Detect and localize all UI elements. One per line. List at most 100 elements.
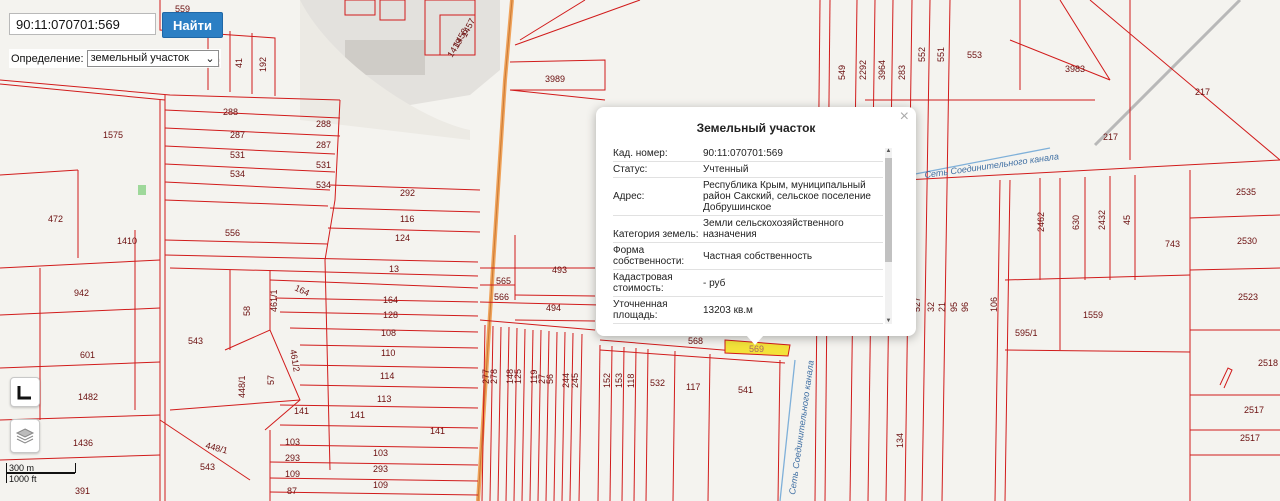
plot-label: 549 (837, 65, 847, 80)
plot-label: 2535 (1236, 187, 1256, 197)
attr-row: Категория земель: Земли сельскохозяйствен… (613, 216, 883, 243)
plot-label: 283 (897, 65, 907, 80)
scale-bar: 300 m 1000 ft (6, 463, 76, 484)
plot-label: 95 (949, 302, 959, 312)
plot-label: 164 (383, 295, 398, 305)
plot-label: 551 (936, 47, 946, 62)
plot-label: 494 (546, 303, 561, 313)
plot-label: 288 (223, 107, 238, 117)
scale-metric: 300 m (6, 463, 76, 473)
plot-label: 21 (937, 302, 947, 312)
attr-row: Кадастровая стоимость: - руб (613, 270, 883, 297)
scale-imperial: 1000 ft (6, 473, 75, 484)
plot-label: 566 (494, 292, 509, 302)
plot-label: 293 (285, 453, 300, 463)
measure-button[interactable] (10, 377, 40, 407)
plot-label: 287 (316, 140, 331, 150)
plot-label: 2518 (1258, 358, 1278, 368)
search-button[interactable]: Найти (162, 12, 223, 38)
plot-label: 565 (496, 276, 511, 286)
scroll-up-icon[interactable]: ▲ (885, 148, 892, 154)
attr-row: Адрес: Республика Крым, муниципальный рай… (613, 178, 883, 216)
plot-label: 153 (614, 373, 624, 388)
ruler-icon (17, 386, 31, 400)
plot-label: 32 (926, 302, 936, 312)
plot-label: 1559 (1083, 310, 1103, 320)
attr-key: Статус: (613, 164, 648, 175)
plot-label: 3989 (545, 74, 565, 84)
plot-label: 543 (188, 336, 203, 346)
plot-label: 2530 (1237, 236, 1257, 246)
plot-label: 109 (285, 469, 300, 479)
plot-label: 117 (686, 382, 700, 392)
plot-label: 595/1 (1015, 328, 1038, 338)
plot-label: 116 (400, 214, 414, 224)
plot-label: 3983 (1065, 64, 1085, 74)
attr-value: 13203 кв.м (703, 304, 753, 316)
plot-label: 630 (1071, 215, 1081, 230)
plot-label: 942 (74, 288, 89, 298)
plot-label: 531 (316, 160, 331, 170)
plot-label: 113 (377, 394, 391, 404)
plot-label: 288 (316, 119, 331, 129)
chevron-down-icon: ⌄ (205, 53, 215, 65)
cadastral-search-input[interactable]: 90:11:070701:569 (9, 13, 156, 35)
plot-label: 541 (738, 385, 753, 395)
attr-key: Категория земель: (613, 229, 699, 240)
plot-label: 1575 (103, 130, 123, 140)
plot-label: 532 (650, 378, 665, 388)
plot-label: 118 (626, 374, 636, 388)
plot-label: 134 (895, 433, 905, 448)
scroll-down-icon[interactable]: ▼ (885, 318, 892, 324)
plot-label: 45 (1122, 215, 1132, 225)
plot-label: 13 (389, 264, 399, 274)
plot-label: 106 (989, 297, 999, 312)
plot-label: 2292 (858, 60, 868, 80)
plot-label: 1482 (78, 392, 98, 402)
plot-label: 2517 (1244, 405, 1264, 415)
plot-label: 217 (1103, 132, 1118, 142)
popup-title: Земельный участок (696, 121, 816, 135)
attr-row: Уточненная площадь: 13203 кв.м (613, 297, 883, 324)
plot-label: 1410 (117, 236, 137, 246)
plot-label: 553 (967, 50, 982, 60)
plot-label: 552 (917, 47, 927, 62)
plot-label: 472 (48, 214, 63, 224)
plot-label: 96 (960, 302, 970, 312)
plot-label: 534 (230, 169, 245, 179)
plot-label: 41 (234, 58, 244, 68)
attr-value: 90:11:070701:569 (703, 148, 783, 159)
plot-label: 125 (513, 369, 523, 384)
layers-icon (15, 428, 35, 444)
plot-label: 601 (80, 350, 95, 360)
parcel-info-popup: × Земельный участок Кад. номер: 90:11:070… (596, 107, 916, 345)
definition-select[interactable]: земельный участок ⌄ (86, 50, 219, 67)
plot-label: 568 (688, 336, 703, 346)
popup-attributes: Кад. номер: 90:11:070701:569 Статус: Учтен… (613, 146, 883, 324)
plot-label: 57 (266, 375, 276, 385)
plot-label: 245 (570, 373, 580, 388)
plot-label: 192 (258, 57, 268, 72)
popup-scrollbar[interactable]: ▲ ▼ (885, 148, 892, 324)
definition-select-value: земельный участок (90, 52, 189, 64)
plot-label: 141 (350, 410, 365, 420)
attr-row: Кад. номер: 90:11:070701:569 (613, 146, 883, 162)
plot-label: 56 (545, 374, 555, 384)
plot-label: 448/1 (237, 375, 247, 398)
definition-label: Определение: (11, 52, 84, 65)
plot-label: 217 (1195, 87, 1210, 97)
plot-label: 287 (230, 130, 245, 140)
plot-label: 109 (373, 480, 388, 490)
plot-label: 543 (200, 462, 215, 472)
plot-label: 2432 (1097, 210, 1107, 230)
attr-value: Республика Крым, муниципальный район Сак… (703, 180, 871, 213)
attr-value: Земли сельскохозяйственного назначения (703, 218, 844, 240)
plot-label: 531 (230, 150, 245, 160)
scrollbar-thumb[interactable] (885, 158, 892, 262)
attr-value: - руб (703, 277, 726, 289)
plot-label: 292 (400, 188, 415, 198)
attr-row: Статус: Учтенный (613, 162, 883, 178)
plot-label: 391 (75, 486, 90, 496)
plot-label: 87 (287, 486, 297, 496)
layers-button[interactable] (10, 419, 40, 453)
